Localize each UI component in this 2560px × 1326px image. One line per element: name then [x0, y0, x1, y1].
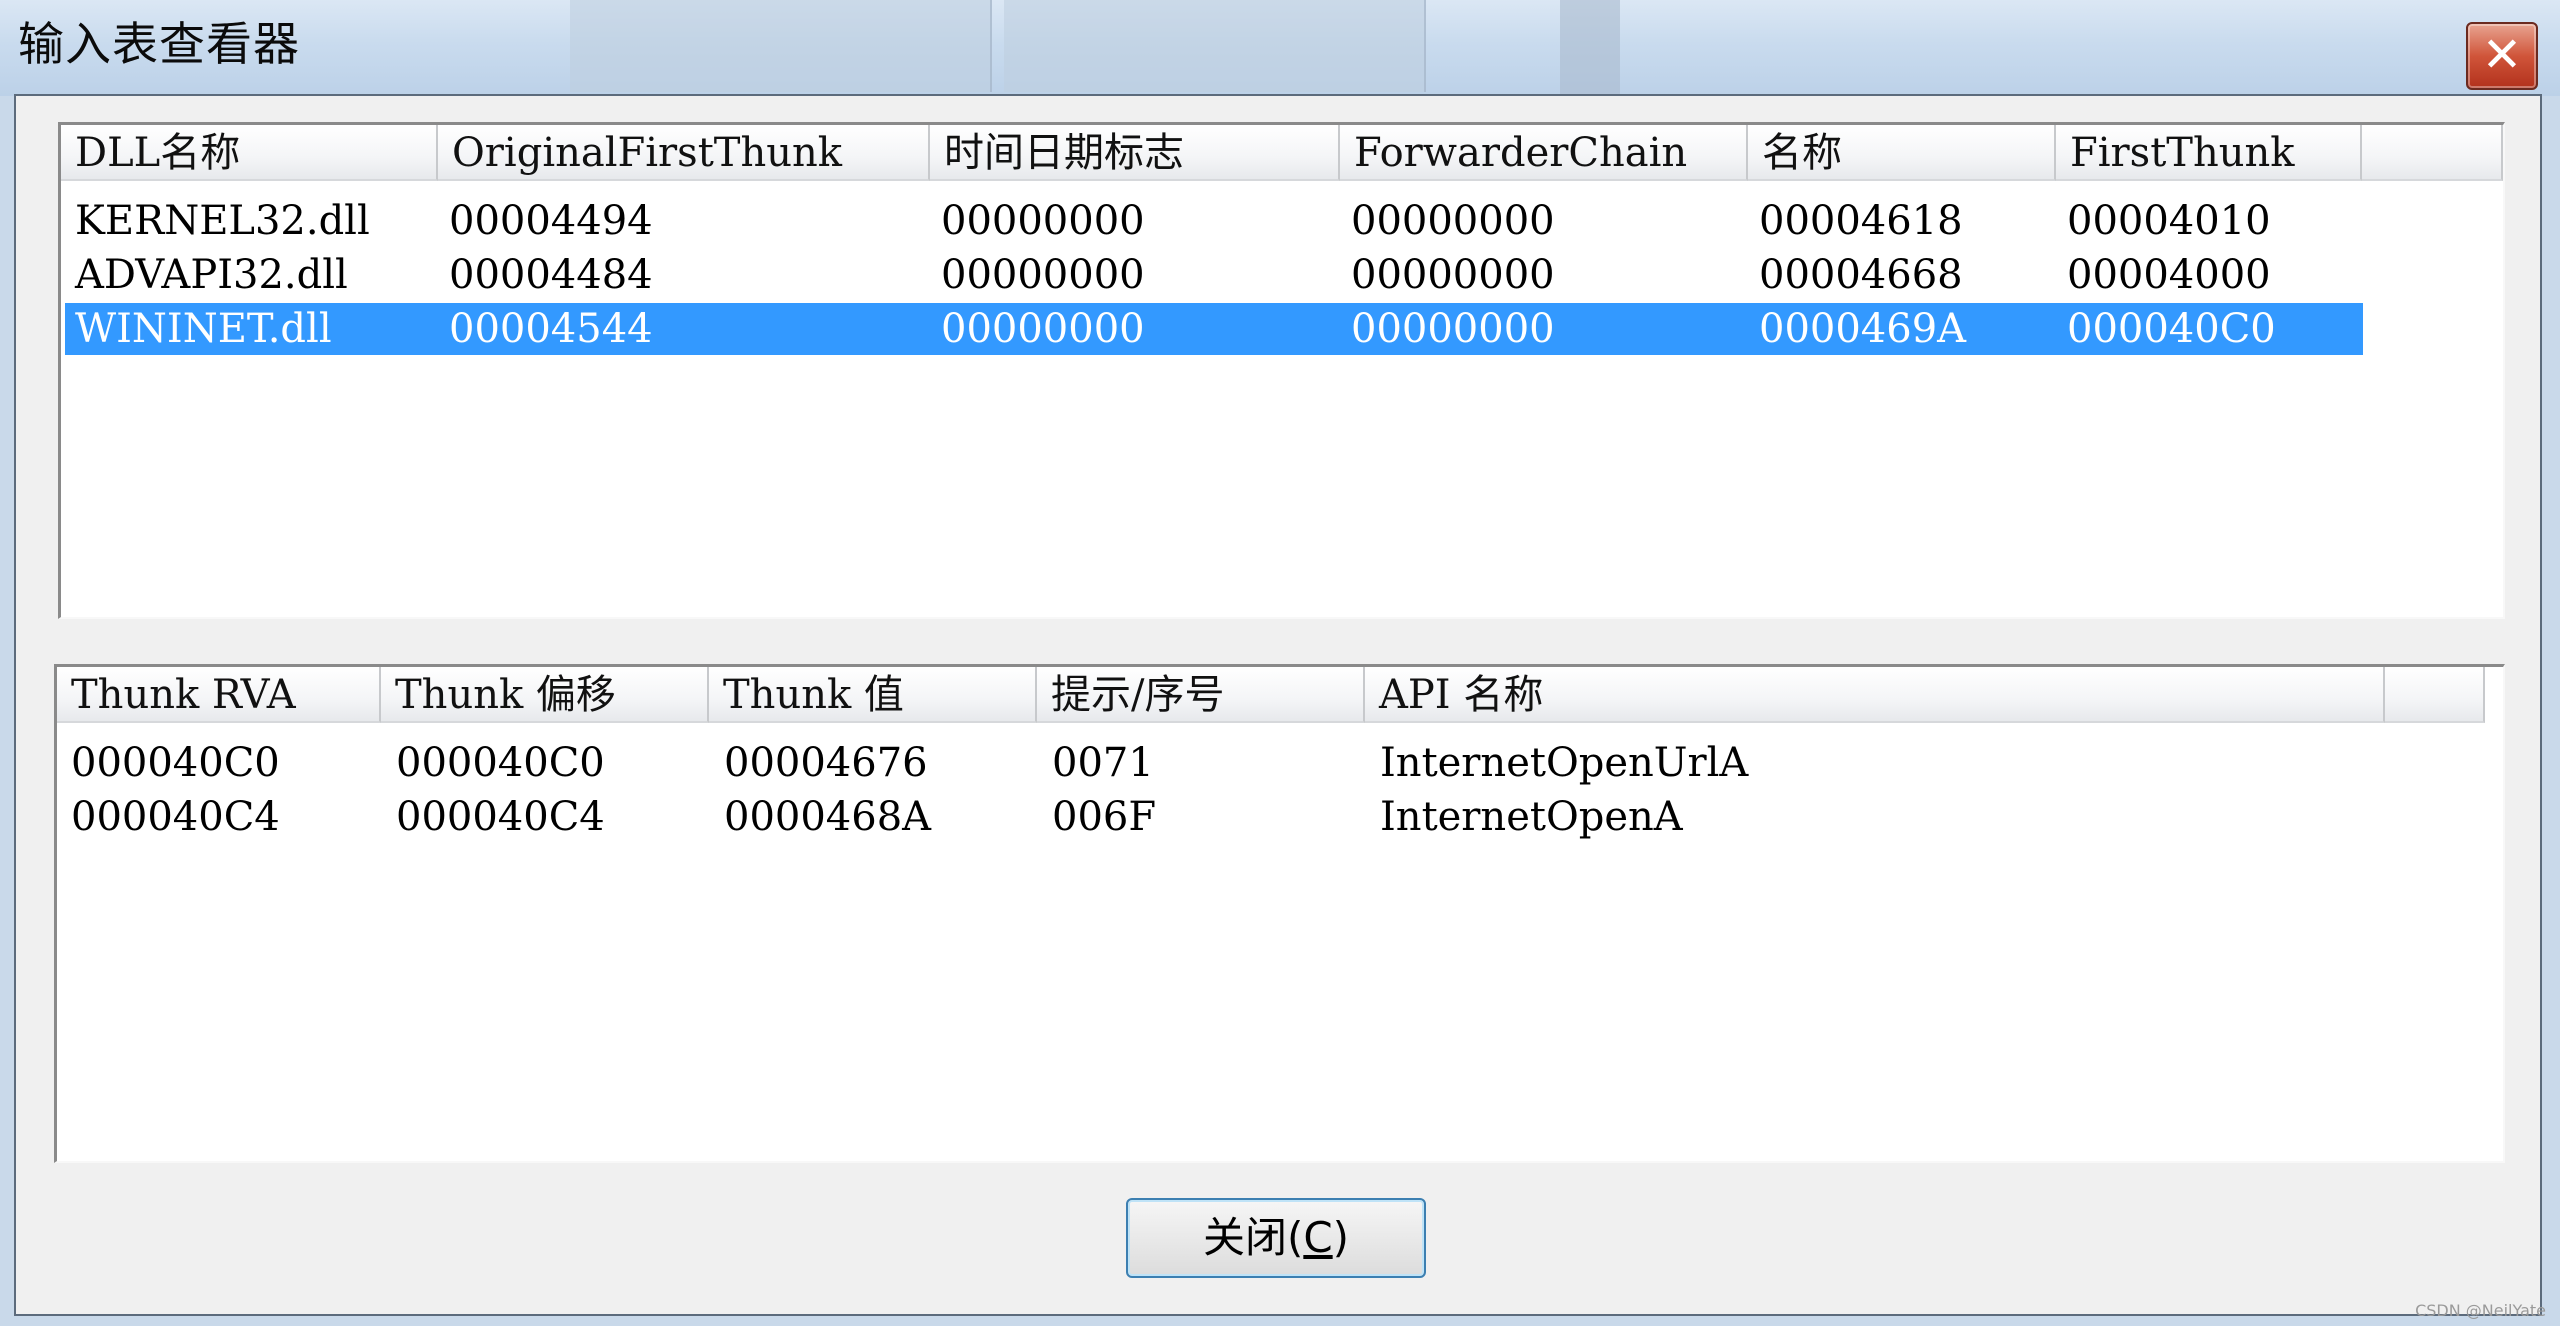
- column-header-thunk-offset[interactable]: Thunk 偏移: [381, 667, 709, 723]
- cell-forwarder-chain: 00000000: [1351, 198, 1555, 244]
- cell-hint-ordinal: 0071: [1052, 740, 1154, 786]
- cell-first-thunk: 000040C0: [2067, 306, 2276, 352]
- cell-hint-ordinal: 006F: [1052, 794, 1157, 840]
- close-button-label-suffix: ): [1332, 1213, 1350, 1262]
- column-header-original-first-thunk[interactable]: OriginalFirstThunk: [438, 125, 930, 181]
- column-header-hint-ordinal[interactable]: 提示/序号: [1037, 667, 1365, 723]
- background-window-edge: [1560, 0, 1620, 96]
- cell-thunk-value: 00004676: [724, 740, 928, 786]
- column-header-first-thunk[interactable]: FirstThunk: [2056, 125, 2362, 181]
- close-window-button[interactable]: ✕: [2466, 22, 2538, 90]
- cell-dll-name: WININET.dll: [75, 306, 332, 352]
- close-button-hotkey: C: [1303, 1213, 1333, 1262]
- background-tab: [570, 0, 992, 92]
- close-button[interactable]: 关闭(C): [1126, 1198, 1426, 1278]
- table-row-selected[interactable]: WININET.dll 00004544 00000000 00000000 0…: [65, 303, 2363, 355]
- table-row[interactable]: 000040C0 000040C0 00004676 0071 Internet…: [61, 737, 2390, 789]
- cell-name: 00004668: [1759, 252, 1963, 298]
- cell-thunk-offset: 000040C4: [396, 794, 605, 840]
- column-header-api-name[interactable]: API 名称: [1365, 667, 2385, 723]
- column-header-timestamp[interactable]: 时间日期标志: [930, 125, 1340, 181]
- column-header-thunk-rva[interactable]: Thunk RVA: [57, 667, 381, 723]
- cell-timestamp: 00000000: [941, 198, 1145, 244]
- cell-forwarder-chain: 00000000: [1351, 252, 1555, 298]
- cell-thunk-rva: 000040C0: [71, 740, 280, 786]
- thunk-list-header: Thunk RVA Thunk 偏移 Thunk 值 提示/序号 API 名称: [57, 667, 2485, 725]
- cell-first-thunk: 00004000: [2067, 252, 2271, 298]
- cell-api-name: InternetOpenA: [1380, 794, 1683, 840]
- column-header-filler: [2385, 667, 2485, 723]
- title-bar[interactable]: 输入表查看器 ✕: [0, 0, 2560, 96]
- dll-list-header: DLL名称 OriginalFirstThunk 时间日期标志 Forwarde…: [61, 125, 2503, 183]
- table-row[interactable]: 000040C4 000040C4 0000468A 006F Internet…: [61, 791, 2390, 843]
- cell-first-thunk: 00004010: [2067, 198, 2271, 244]
- column-header-filler: [2362, 125, 2503, 181]
- table-row[interactable]: ADVAPI32.dll 00004484 00000000 00000000 …: [65, 249, 2363, 301]
- cell-name: 00004618: [1759, 198, 1963, 244]
- table-row[interactable]: KERNEL32.dll 00004494 00000000 00000000 …: [65, 195, 2363, 247]
- column-header-thunk-value[interactable]: Thunk 值: [709, 667, 1037, 723]
- cell-original-first-thunk: 00004544: [449, 306, 653, 352]
- thunk-list[interactable]: Thunk RVA Thunk 偏移 Thunk 值 提示/序号 API 名称 …: [54, 664, 2505, 1163]
- dll-list[interactable]: DLL名称 OriginalFirstThunk 时间日期标志 Forwarde…: [58, 122, 2505, 619]
- dialog-client-area: DLL名称 OriginalFirstThunk 时间日期标志 Forwarde…: [14, 94, 2542, 1316]
- close-button-label-prefix: 关闭(: [1202, 1213, 1304, 1262]
- cell-forwarder-chain: 00000000: [1351, 306, 1555, 352]
- window-title: 输入表查看器: [18, 17, 300, 71]
- watermark: CSDN @NeilYate: [2415, 1301, 2546, 1320]
- cell-thunk-value: 0000468A: [724, 794, 932, 840]
- cell-original-first-thunk: 00004484: [449, 252, 653, 298]
- column-header-dll-name[interactable]: DLL名称: [61, 125, 438, 181]
- column-header-forwarder-chain[interactable]: ForwarderChain: [1340, 125, 1748, 181]
- cell-thunk-rva: 000040C4: [71, 794, 280, 840]
- cell-thunk-offset: 000040C0: [396, 740, 605, 786]
- cell-timestamp: 00000000: [941, 252, 1145, 298]
- cell-dll-name: ADVAPI32.dll: [75, 252, 348, 298]
- cell-api-name: InternetOpenUrlA: [1380, 740, 1749, 786]
- cell-dll-name: KERNEL32.dll: [75, 198, 370, 244]
- cell-original-first-thunk: 00004494: [449, 198, 653, 244]
- close-icon: ✕: [2481, 27, 2523, 83]
- background-window-tabs: [570, 0, 1630, 96]
- cell-timestamp: 00000000: [941, 306, 1145, 352]
- background-tab: [1004, 0, 1426, 92]
- cell-name: 0000469A: [1759, 306, 1967, 352]
- column-header-name[interactable]: 名称: [1748, 125, 2056, 181]
